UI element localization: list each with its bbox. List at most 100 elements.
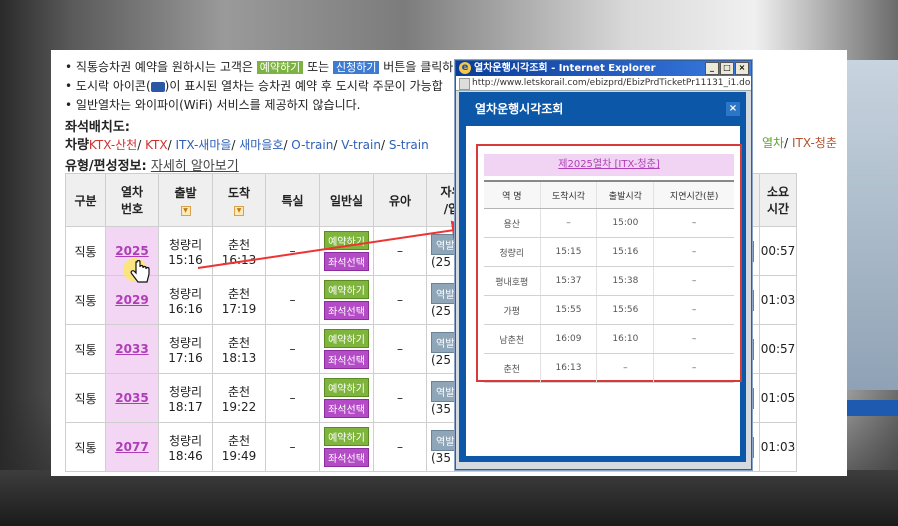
notice-text: 직통승차권 예약을 원하시는 고객은	[75, 60, 257, 74]
col-duration-l2: 시간	[766, 202, 790, 216]
stop-depart: 15:00	[596, 208, 654, 238]
sort-icon[interactable]: ▼	[234, 206, 244, 216]
ie-window-title: 열차운행시각조회 - Internet Explorer	[474, 63, 656, 74]
seat-select-button[interactable]: 좌석선택	[324, 350, 369, 369]
vehicle-link-partial[interactable]: 열차	[762, 136, 784, 150]
stop-depart: 15:56	[596, 295, 654, 325]
depart-cell: 청량리 15:16	[158, 226, 213, 276]
stop-depart: 15:38	[596, 266, 654, 296]
popup-close-button[interactable]: ×	[726, 102, 740, 116]
ie-url-text: http://www.letskorail.com/ebizprd/EbizPr…	[472, 78, 751, 88]
sched-col-depart: 출발시각	[596, 180, 654, 209]
duration-cell: 00:57	[759, 226, 797, 276]
sort-icon[interactable]: ▼	[180, 206, 191, 216]
arrive-cell: 춘천 19:22	[212, 373, 266, 423]
free-seat-count: (35	[431, 401, 451, 416]
schedule-table: 역 명 도착시각 출발시각 지연시간(분) 용산 –15:00– 청량리 15:15 1…	[484, 180, 734, 383]
ie-address-bar[interactable]: http://www.letskorail.com/ebizprd/EbizPr…	[456, 76, 751, 91]
stop-delay: –	[653, 353, 734, 383]
close-icon[interactable]: ×	[735, 62, 749, 75]
reserve-button[interactable]: 예약하기	[324, 280, 369, 299]
col-train-no-l2: 번호	[120, 202, 144, 216]
notice-item: • 직통승차권 예약을 원하시는 고객은 예약하기 또는 신청하기 버튼을 클릭…	[65, 60, 454, 74]
special-cell: –	[265, 373, 320, 423]
arrive-time: 18:13	[221, 350, 257, 365]
train-number-link[interactable]: 2033	[115, 342, 148, 356]
formation-details-link[interactable]: 자세히 알아보기	[151, 159, 239, 174]
vehicle-link-s-train[interactable]: S-train	[389, 138, 429, 152]
stop-arrive: –	[539, 208, 597, 238]
seat-layout-title: 좌석배치도:	[65, 120, 130, 135]
arrive-time: 19:22	[221, 399, 257, 414]
stop-depart: 15:16	[596, 237, 654, 267]
col-arrive[interactable]: 도착 ▼	[212, 173, 266, 227]
duration-cell: 01:03	[759, 422, 797, 472]
popup-body: 제2025열차 [ITX-청춘] 역 명 도착시각 출발시각 지연시간(분) 용…	[466, 126, 742, 456]
general-cell: 예약하기좌석선택	[319, 373, 374, 423]
stop-arrive: 15:15	[539, 237, 597, 267]
reserve-button[interactable]: 예약하기	[324, 231, 369, 250]
col-infant: 유아	[373, 173, 427, 227]
arrive-cell: 춘천 17:19	[212, 275, 266, 325]
arrive-cell: 춘천 18:13	[212, 324, 266, 374]
arrive-cell: 춘천 16:13	[212, 226, 266, 276]
vehicle-label: 차량	[65, 138, 89, 153]
general-cell: 예약하기좌석선택	[319, 422, 374, 472]
seat-select-button[interactable]: 좌석선택	[324, 399, 369, 418]
row-type: 직통	[65, 275, 106, 325]
vehicle-link-itx-cheongchun[interactable]: ITX-청춘	[792, 136, 837, 150]
depart-station: 청량리	[168, 335, 203, 350]
free-seat-count: (25	[431, 352, 451, 367]
depart-time: 18:17	[168, 399, 203, 414]
vehicle-link-saemaeul[interactable]: 새마을호	[239, 138, 283, 152]
free-seat-count: (25	[431, 303, 451, 318]
vehicle-link-ktx-sancheon[interactable]: KTX-산천	[89, 138, 137, 152]
sched-col-arrive: 도착시각	[539, 180, 597, 209]
schedule-title-text: 제2025열차 [ITX-청춘]	[558, 159, 660, 170]
stop-station: 용산	[484, 208, 541, 238]
formation-label: 유형/편성정보:	[65, 159, 147, 174]
vehicle-link-ktx[interactable]: KTX	[145, 138, 168, 152]
stop-depart: –	[596, 353, 654, 383]
arrive-cell: 춘천 19:49	[212, 422, 266, 472]
notice-text: 일반열차는 와이파이(WiFi) 서비스를 제공하지 않습니다.	[75, 98, 361, 112]
stop-arrive: 15:37	[539, 266, 597, 296]
sched-col-station: 역 명	[484, 180, 541, 209]
stop-delay: –	[653, 208, 734, 238]
ie-titlebar[interactable]: e 열차운행시각조회 - Internet Explorer _ □ ×	[456, 61, 751, 76]
stop-station: 평내호평	[484, 266, 541, 296]
reserve-button[interactable]: 예약하기	[324, 378, 369, 397]
seat-select-button[interactable]: 좌석선택	[324, 301, 369, 320]
reserve-button[interactable]: 예약하기	[324, 427, 369, 446]
minimize-icon[interactable]: _	[705, 62, 719, 75]
infant-cell: –	[373, 275, 427, 325]
stop-arrive: 16:13	[539, 353, 597, 383]
col-depart[interactable]: 출발 ▼	[158, 173, 213, 227]
notice-list: • 직통승차권 예약을 원하시는 고객은 예약하기 또는 신청하기 버튼을 클릭…	[65, 58, 465, 115]
col-type: 구분	[65, 173, 106, 227]
stop-delay: –	[653, 295, 734, 325]
maximize-icon[interactable]: □	[720, 62, 734, 75]
seat-select-button[interactable]: 좌석선택	[324, 448, 369, 467]
ie-logo-icon: e	[459, 62, 471, 74]
train-number-link[interactable]: 2077	[115, 440, 148, 454]
col-duration: 소요 시간	[759, 173, 797, 227]
reserve-button[interactable]: 예약하기	[324, 329, 369, 348]
train-number-link[interactable]: 2025	[115, 244, 148, 258]
arrive-time: 16:13	[221, 252, 257, 267]
ie-popup-window: e 열차운행시각조회 - Internet Explorer _ □ × htt…	[455, 60, 752, 470]
vehicle-link-o-train[interactable]: O-train	[291, 138, 333, 152]
schedule-row: 청량리 15:15 15:16–	[484, 237, 734, 267]
vehicle-link-v-train[interactable]: V-train	[341, 138, 381, 152]
vehicle-link-itx-saemaeul[interactable]: ITX-새마을	[175, 138, 231, 152]
train-number-link[interactable]: 2035	[115, 391, 148, 405]
depart-cell: 청량리 18:17	[158, 373, 213, 423]
train-number-link[interactable]: 2029	[115, 293, 148, 307]
infant-cell: –	[373, 324, 427, 374]
seat-select-button[interactable]: 좌석선택	[324, 252, 369, 271]
stop-delay: –	[653, 324, 734, 354]
stop-delay: –	[653, 237, 734, 267]
stop-depart: 16:10	[596, 324, 654, 354]
lunchbox-icon	[150, 81, 165, 92]
special-cell: –	[265, 422, 320, 472]
